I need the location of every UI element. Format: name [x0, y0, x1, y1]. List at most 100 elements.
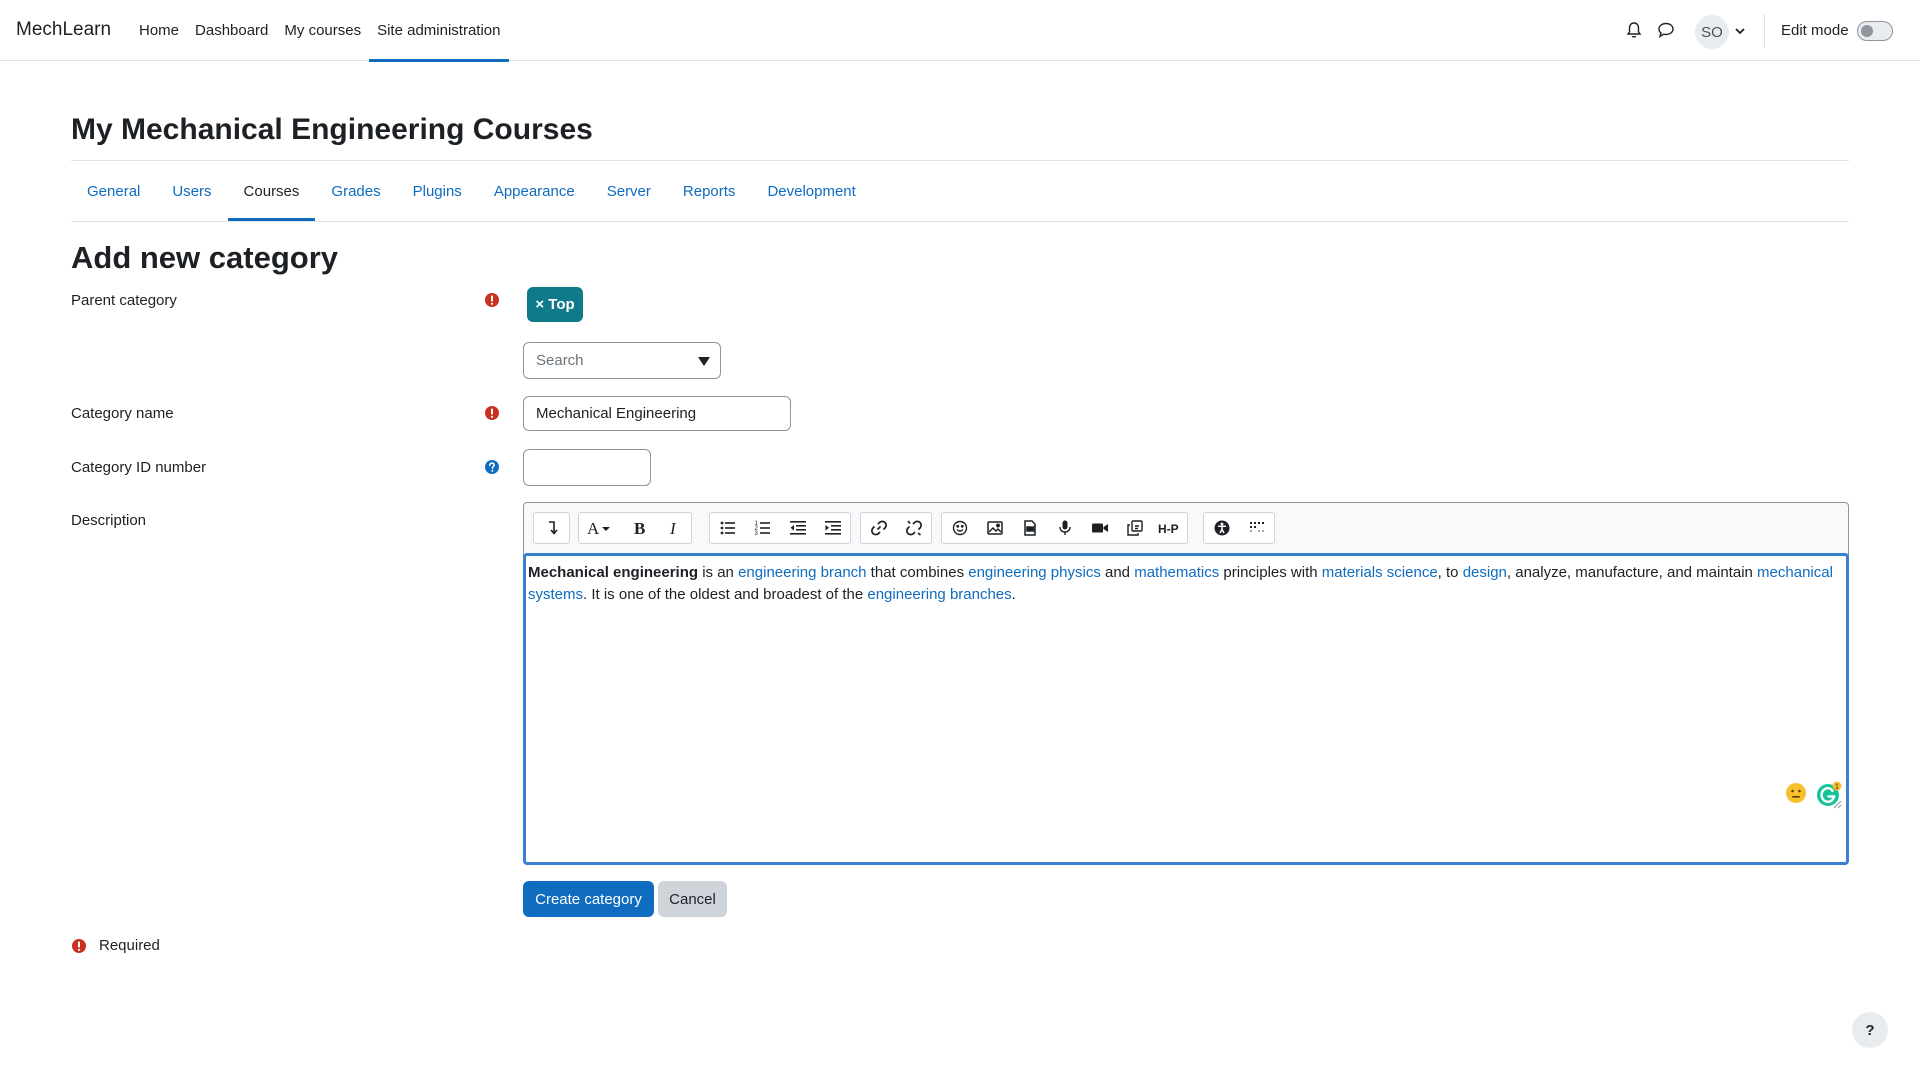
nav-dashboard[interactable]: Dashboard	[187, 0, 276, 61]
svg-text:A: A	[587, 519, 600, 537]
primary-navigation: Home Dashboard My courses Site administr…	[131, 0, 509, 62]
help-footer-button[interactable]: ?	[1852, 1012, 1888, 1048]
parent-category-search-input[interactable]	[525, 344, 685, 377]
italic-icon: I	[669, 519, 677, 537]
description-text: and	[1100, 564, 1135, 581]
description-text: principles with	[1219, 564, 1322, 581]
indent-button[interactable]	[815, 513, 850, 543]
description-text: .	[1011, 586, 1016, 603]
description-text: . It is one of the oldest and broadest o…	[583, 586, 868, 603]
required-exclamation-icon	[485, 406, 499, 420]
resize-handle-icon[interactable]	[1832, 799, 1842, 809]
description-text: is an	[698, 564, 739, 581]
create-category-button[interactable]: Create category	[523, 881, 654, 917]
paragraph-style-button[interactable]: A	[579, 513, 621, 543]
neutral-emoji-icon	[1786, 783, 1806, 803]
description-label: Description	[71, 512, 147, 529]
description-link[interactable]: engineering physics	[968, 564, 1101, 581]
bold-button[interactable]: B	[621, 513, 656, 543]
record-video-button[interactable]	[1082, 513, 1117, 543]
screenreader-helper-button[interactable]	[1239, 513, 1274, 543]
toggle-knob	[1861, 25, 1873, 37]
cancel-button[interactable]: Cancel	[658, 881, 727, 917]
divider	[71, 221, 1849, 222]
insert-h5p-button[interactable]: H-P	[1152, 513, 1187, 543]
required-exclamation-icon	[72, 938, 86, 953]
unlink-icon	[905, 520, 922, 536]
description-text: , to	[1437, 564, 1463, 581]
insert-emoji-button[interactable]	[942, 513, 977, 543]
nav-site-administration[interactable]: Site administration	[369, 0, 509, 62]
required-label: Required	[99, 937, 160, 954]
video-camera-icon	[1091, 523, 1108, 533]
tab-courses[interactable]: Courses	[227, 161, 316, 221]
user-avatar[interactable]: SO	[1695, 15, 1729, 49]
description-editor-content[interactable]: Mechanical engineering is an engineering…	[523, 553, 1849, 865]
nav-home[interactable]: Home	[131, 0, 187, 61]
tab-grades[interactable]: Grades	[315, 161, 396, 221]
editor-toolbar: A B I 123 H-P	[524, 503, 1848, 553]
insert-media-button[interactable]	[1012, 513, 1047, 543]
tab-appearance[interactable]: Appearance	[478, 161, 591, 221]
tab-users[interactable]: Users	[156, 161, 227, 221]
insert-link-button[interactable]	[861, 513, 896, 543]
insert-image-button[interactable]	[977, 513, 1012, 543]
svg-text:I: I	[669, 519, 677, 537]
description-bold-text: Mechanical engineering	[528, 564, 699, 581]
bullet-list-icon	[720, 521, 735, 535]
outdent-button[interactable]	[780, 513, 815, 543]
tab-development[interactable]: Development	[751, 161, 871, 221]
nav-my-courses[interactable]: My courses	[276, 0, 369, 61]
category-id-label: Category ID number	[71, 459, 207, 476]
dotted-grid-icon	[1249, 522, 1264, 532]
top-navbar: MechLearn Home Dashboard My courses Site…	[0, 0, 1920, 62]
description-link[interactable]: mathematics	[1134, 564, 1219, 581]
indent-icon	[824, 521, 841, 535]
category-id-input[interactable]	[523, 449, 651, 486]
page-title: My Mechanical Engineering Courses	[71, 113, 593, 146]
description-link[interactable]: design	[1463, 564, 1507, 581]
record-audio-button[interactable]	[1047, 513, 1082, 543]
tab-plugins[interactable]: Plugins	[397, 161, 478, 221]
parent-category-label: Parent category	[71, 292, 177, 309]
edit-mode-toggle[interactable]	[1857, 21, 1893, 41]
chevron-down-icon[interactable]	[1734, 26, 1746, 36]
messages-chat-icon[interactable]	[1656, 20, 1676, 40]
svg-text:3: 3	[754, 531, 758, 537]
italic-button[interactable]: I	[656, 513, 691, 543]
image-icon	[986, 521, 1003, 535]
ordered-list-button[interactable]: 123	[745, 513, 780, 543]
site-brand[interactable]: MechLearn	[16, 19, 111, 41]
description-text: , analyze, manufacture, and maintain	[1506, 564, 1758, 581]
edit-mode-label: Edit mode	[1781, 22, 1849, 39]
svg-text:H-P: H-P	[1158, 522, 1179, 536]
toolbar-group	[860, 512, 932, 544]
unlink-button[interactable]	[896, 513, 931, 543]
required-legend: Required	[71, 937, 160, 954]
toolbar-group: H-P	[941, 512, 1188, 544]
toolbar-group	[533, 512, 570, 544]
description-link[interactable]: engineering branches	[867, 586, 1011, 603]
description-link[interactable]: materials science	[1322, 564, 1438, 581]
unordered-list-button[interactable]	[710, 513, 745, 543]
toolbar-group	[1203, 512, 1275, 544]
tab-general[interactable]: General	[71, 161, 156, 221]
toggle-toolbar-icon	[548, 521, 558, 535]
parent-category-search-select[interactable]	[523, 342, 721, 379]
category-name-input[interactable]	[523, 396, 791, 431]
help-question-icon[interactable]	[484, 459, 500, 475]
tab-server[interactable]: Server	[591, 161, 667, 221]
navbar-divider	[1764, 14, 1765, 48]
dropdown-caret-icon[interactable]	[697, 356, 711, 367]
description-link[interactable]: engineering branch	[738, 564, 866, 581]
notification-bell-icon[interactable]	[1624, 20, 1644, 40]
font-style-icon: A	[587, 519, 610, 537]
grammarly-count: 1	[1835, 783, 1839, 790]
accessibility-icon	[1214, 520, 1229, 536]
category-name-label: Category name	[71, 405, 174, 422]
accessibility-checker-button[interactable]	[1204, 513, 1239, 543]
show-more-buttons-button[interactable]	[534, 513, 569, 543]
tab-reports[interactable]: Reports	[667, 161, 752, 221]
manage-files-button[interactable]	[1117, 513, 1152, 543]
selected-parent-category-tag[interactable]: × Top	[527, 287, 583, 322]
